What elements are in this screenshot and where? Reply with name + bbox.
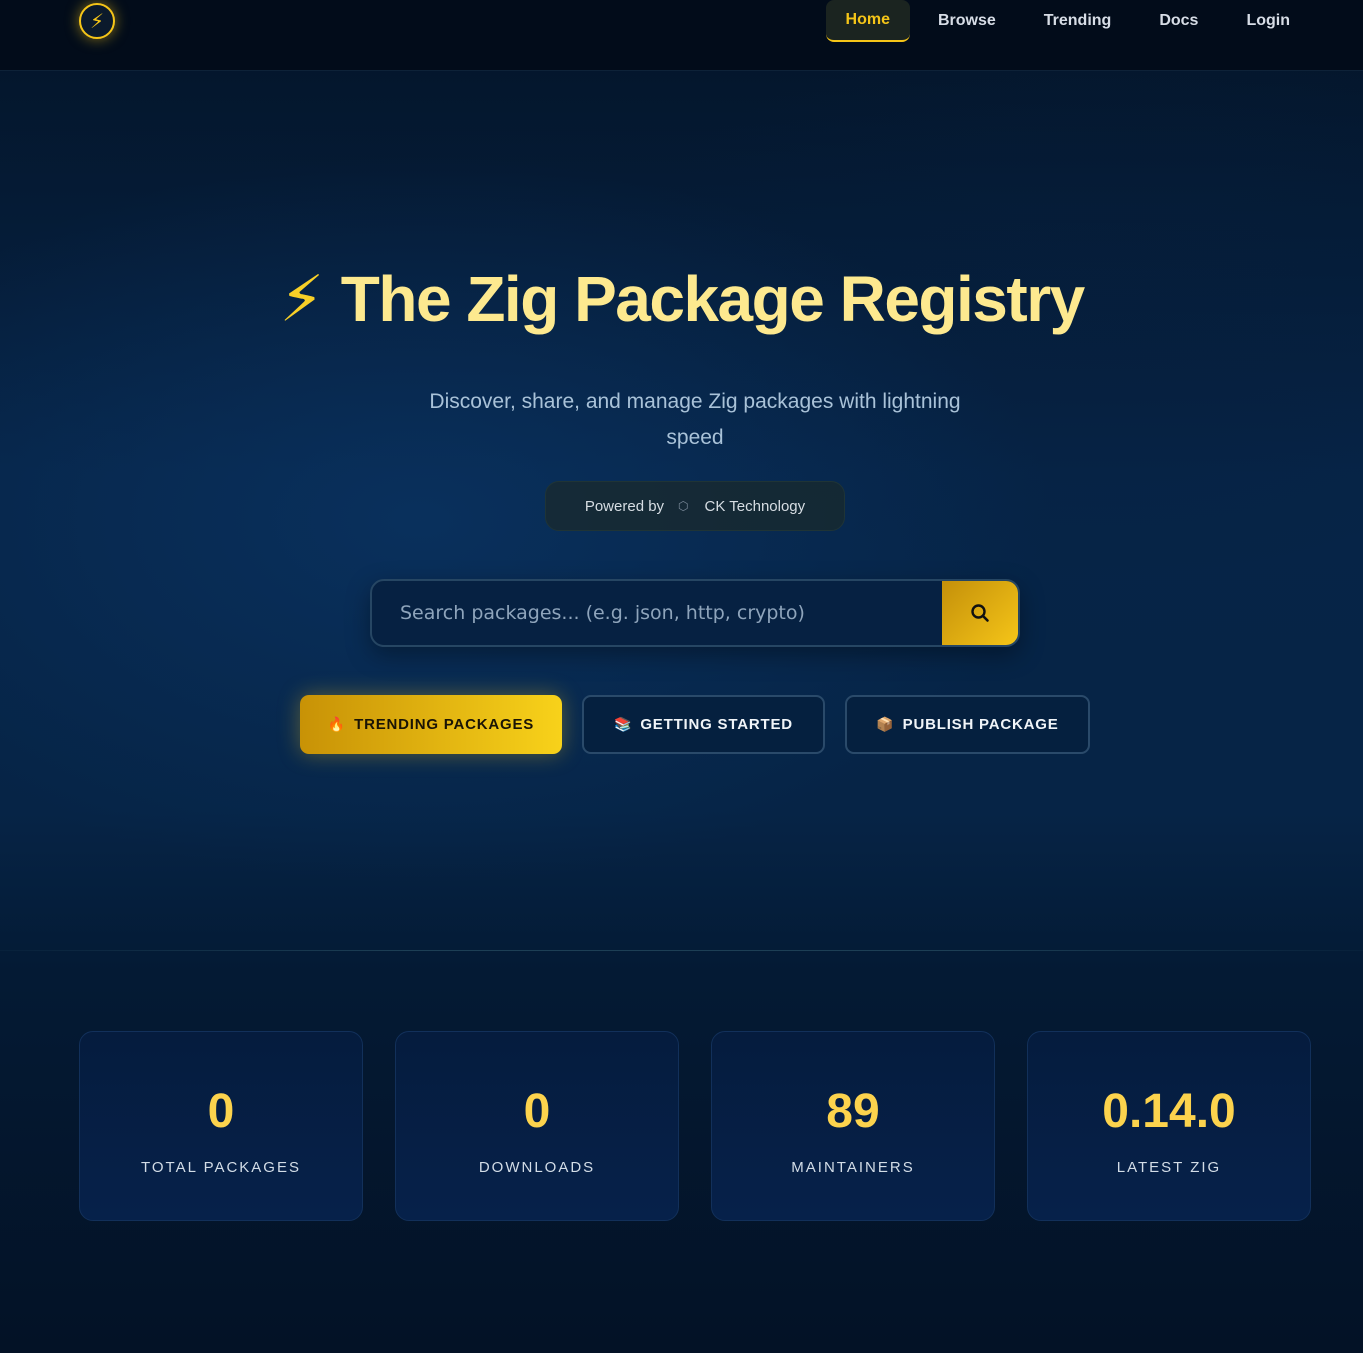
nav-home[interactable]: Home bbox=[825, 0, 910, 42]
nav-trending[interactable]: Trending bbox=[1024, 0, 1132, 42]
search-button[interactable] bbox=[942, 581, 1018, 645]
hero-title-text: The Zig Package Registry bbox=[340, 263, 1085, 335]
books-icon: 📚 bbox=[614, 716, 633, 732]
publish-package-label: Publish Package bbox=[902, 716, 1059, 733]
stat-value: 0.14.0 bbox=[1102, 1085, 1236, 1138]
nav-login[interactable]: Login bbox=[1226, 0, 1310, 42]
main-nav: Home Browse Trending Docs Login bbox=[825, 0, 1310, 42]
nav-docs[interactable]: Docs bbox=[1139, 0, 1218, 42]
search-input[interactable] bbox=[372, 581, 942, 645]
stat-card-downloads: 0 Downloads bbox=[395, 1031, 679, 1221]
logo-lightning-bolt-icon[interactable]: ⚡ bbox=[79, 3, 115, 39]
stat-value: 0 bbox=[523, 1085, 551, 1138]
search-bar bbox=[370, 579, 1020, 647]
stat-value: 89 bbox=[826, 1085, 880, 1138]
publish-package-button[interactable]: 📦 Publish Package bbox=[845, 695, 1090, 754]
package-icon: 📦 bbox=[876, 716, 895, 732]
top-nav-bar: ⚡ Home Browse Trending Docs Login bbox=[0, 0, 1363, 71]
trending-packages-label: Trending Packages bbox=[354, 716, 535, 733]
stat-card-latest-zig: 0.14.0 Latest Zig bbox=[1027, 1031, 1311, 1221]
hero-subtitle: Discover, share, and manage Zig packages… bbox=[429, 390, 961, 449]
powered-by-label: Powered by bbox=[584, 497, 665, 515]
stat-card-total-packages: 0 Total Packages bbox=[79, 1031, 363, 1221]
nav-browse[interactable]: Browse bbox=[918, 0, 1016, 42]
search-icon bbox=[971, 604, 989, 622]
section-divider bbox=[0, 950, 1363, 951]
stat-value: 0 bbox=[207, 1085, 235, 1138]
powered-by-name: CK Technology bbox=[704, 497, 806, 515]
stat-label: Downloads bbox=[478, 1159, 596, 1176]
stat-label: Maintainers bbox=[791, 1159, 915, 1176]
getting-started-button[interactable]: 📚 Getting Started bbox=[582, 695, 825, 754]
getting-started-label: Getting Started bbox=[640, 716, 793, 733]
stat-label: Latest Zig bbox=[1116, 1159, 1222, 1176]
powered-by-badge[interactable]: Powered by ⬡ CK Technology bbox=[545, 481, 845, 531]
page: ⚡ Home Browse Trending Docs Login ⚡ The Z… bbox=[0, 0, 1363, 1353]
fire-icon: 🔥 bbox=[327, 716, 347, 732]
lightning-bolt-icon: ⚡ bbox=[279, 263, 324, 335]
ck-technology-logo-icon: ⬡ bbox=[678, 499, 691, 513]
stat-label: Total Packages bbox=[141, 1159, 301, 1176]
hero-title: ⚡ The Zig Package Registry bbox=[0, 262, 1363, 337]
stat-card-maintainers: 89 Maintainers bbox=[711, 1031, 995, 1221]
trending-packages-button[interactable]: 🔥 Trending Packages bbox=[300, 695, 562, 754]
